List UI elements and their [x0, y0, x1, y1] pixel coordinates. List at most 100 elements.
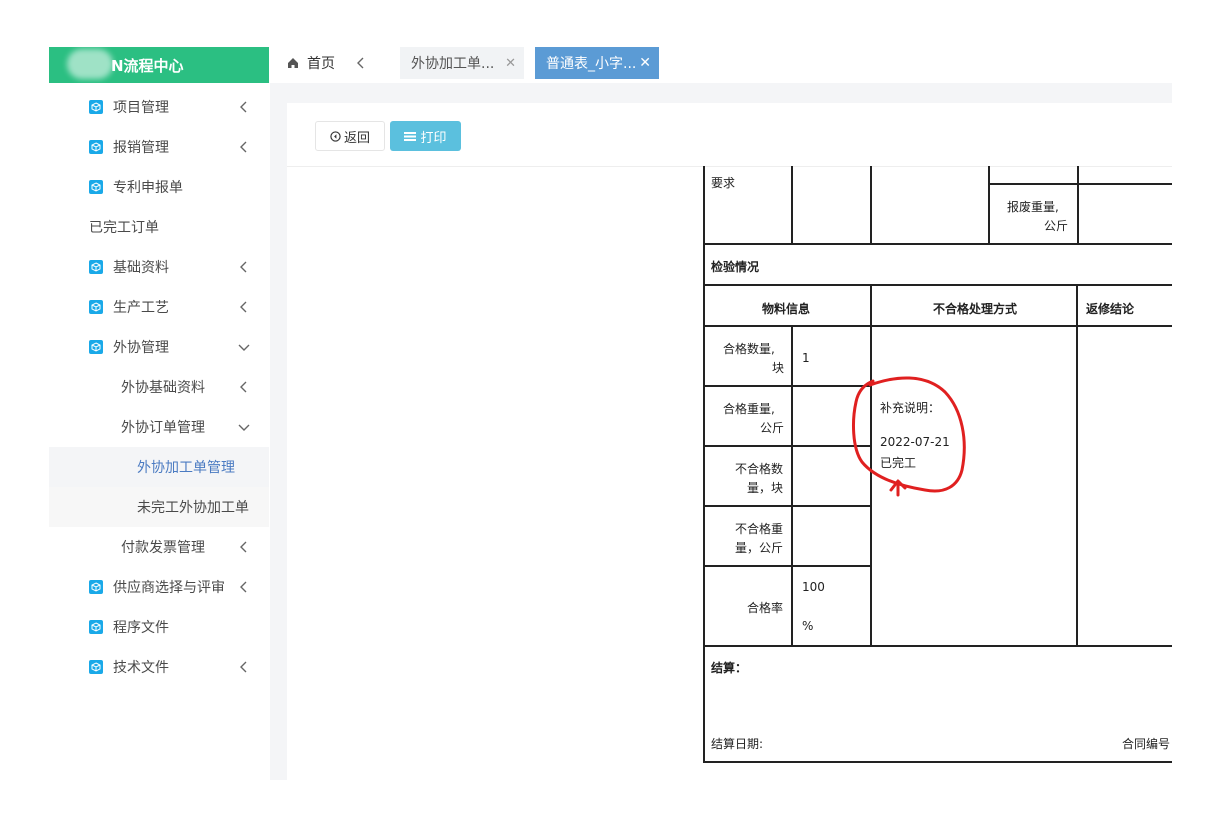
scrap-weight-unit: 公斤 — [1044, 219, 1069, 233]
cube-icon — [89, 620, 103, 634]
sidebar-item-label: 外协加工单管理 — [137, 460, 235, 476]
tab-outsource-order[interactable]: 外协加工单... ✕ — [400, 47, 524, 79]
table-border — [703, 645, 1172, 647]
blurred-logo — [67, 49, 113, 79]
close-icon[interactable]: ✕ — [639, 55, 651, 71]
chevron-left-icon — [240, 581, 247, 593]
print-document: 要求 报废重量, 公斤 检验情况 物料信息 不合格处理方式 返修结论 合格数量,… — [703, 166, 1172, 763]
sidebar-item-unfinished-orders[interactable]: 未完工外协加工单 — [49, 487, 269, 527]
sidebar-item-label: 项目管理 — [113, 100, 169, 116]
scrap-weight-label: 报废重量, — [1007, 200, 1059, 214]
sidebar-item-label: 已完工订单 — [89, 220, 159, 236]
qualified-weight-unit: 公斤 — [760, 421, 785, 435]
column-header-defect-handling: 不合格处理方式 — [933, 302, 1018, 316]
supplement-status: 已完工 — [880, 456, 917, 470]
tab-scroll-left[interactable] — [354, 47, 368, 79]
list-icon — [404, 131, 417, 141]
qualified-qty-unit: 块 — [772, 361, 785, 375]
tab-home[interactable]: 首页 — [286, 47, 335, 79]
unqualified-weight-label: 不合格重 — [735, 522, 784, 536]
table-border — [791, 325, 793, 646]
sidebar-item-label: 程序文件 — [113, 620, 169, 636]
tab-plain-table[interactable]: 普通表_小字... ✕ — [535, 47, 659, 79]
sidebar-item-patent[interactable]: 专利申报单 — [49, 167, 269, 207]
sidebar-item-label: 报销管理 — [113, 140, 169, 156]
sidebar-item-label: 外协基础资料 — [121, 380, 205, 396]
sidebar-item-label: 生产工艺 — [113, 300, 169, 316]
sidebar-item-completed-orders[interactable]: 已完工订单 — [49, 207, 269, 247]
sidebar-item-label: 技术文件 — [113, 660, 169, 676]
cube-icon — [89, 140, 103, 154]
sidebar-item-program-files[interactable]: 程序文件 — [49, 607, 269, 647]
sidebar-item-label: 基础资料 — [113, 260, 169, 276]
table-border — [703, 325, 1172, 327]
unqualified-qty-label: 不合格数 — [735, 462, 784, 476]
sidebar-item-label: 专利申报单 — [113, 180, 183, 196]
sidebar-item-outsource-orders[interactable]: 外协订单管理 — [49, 407, 269, 447]
supplement-label: 补充说明： — [880, 401, 941, 415]
sidebar-item-tech-files[interactable]: 技术文件 — [49, 647, 269, 687]
table-border — [703, 761, 1172, 763]
sidebar-item-outsource-basic[interactable]: 外协基础资料 — [49, 367, 269, 407]
cube-icon — [89, 580, 103, 594]
table-border — [1077, 166, 1079, 244]
sidebar-item-supplier[interactable]: 供应商选择与评审 — [49, 567, 269, 607]
chevron-down-icon — [238, 424, 250, 431]
sidebar-item-processing-orders[interactable]: 外协加工单管理 — [49, 447, 269, 487]
sidebar-item-label: 外协订单管理 — [121, 420, 205, 436]
circle-arrow-left-icon — [330, 130, 341, 142]
table-border — [703, 565, 871, 567]
unqualified-qty-unit: 量，块 — [747, 481, 784, 495]
requirement-label: 要求 — [711, 176, 736, 190]
table-border — [703, 505, 871, 507]
qualified-qty-value: 1 — [802, 351, 810, 365]
chevron-down-icon — [238, 344, 250, 351]
pass-rate-unit: % — [802, 619, 814, 633]
sidebar: N流程中心 项目管理 报销管理 专利申报单 已完工订单 基础资料 生产工艺 外协… — [49, 47, 269, 780]
tab-label: 外协加工单... — [411, 56, 495, 72]
close-icon[interactable]: ✕ — [505, 56, 516, 71]
table-border — [703, 445, 871, 447]
table-border — [988, 183, 1172, 185]
table-border — [703, 166, 705, 762]
cube-icon — [89, 660, 103, 674]
table-border — [1076, 284, 1078, 646]
back-button-label: 返回 — [343, 130, 370, 146]
pass-rate-label: 合格率 — [747, 601, 784, 615]
chevron-left-icon — [240, 141, 247, 153]
sidebar-item-outsource[interactable]: 外协管理 — [49, 327, 269, 367]
toolbar: 返回 打印 — [287, 103, 1172, 167]
cube-icon — [89, 340, 103, 354]
column-header-material: 物料信息 — [762, 302, 811, 316]
sidebar-item-label: 未完工外协加工单 — [137, 500, 249, 516]
cube-icon — [89, 300, 103, 314]
sidebar-item-reimburse[interactable]: 报销管理 — [49, 127, 269, 167]
table-border — [988, 166, 990, 244]
brand-header: N流程中心 — [49, 47, 269, 83]
cube-icon — [89, 100, 103, 114]
sidebar-item-basic-data[interactable]: 基础资料 — [49, 247, 269, 287]
table-border — [703, 385, 871, 387]
settlement-label: 结算： — [711, 661, 748, 675]
qualified-weight-label: 合格重量, — [723, 402, 775, 416]
table-border — [870, 284, 872, 646]
back-button[interactable]: 返回 — [315, 121, 385, 151]
sidebar-item-label: 供应商选择与评审 — [113, 580, 225, 596]
qualified-qty-label: 合格数量, — [723, 342, 775, 356]
column-header-rework: 返修结论 — [1086, 302, 1135, 316]
sidebar-item-payment-invoice[interactable]: 付款发票管理 — [49, 527, 269, 567]
print-button[interactable]: 打印 — [390, 121, 461, 151]
chevron-left-icon — [240, 541, 247, 553]
chevron-left-icon — [240, 301, 247, 313]
inspection-title: 检验情况 — [711, 260, 760, 274]
pass-rate-value: 100 — [802, 580, 825, 594]
sidebar-item-process[interactable]: 生产工艺 — [49, 287, 269, 327]
tab-bar: 首页 外协加工单... ✕ 普通表_小字... ✕ — [270, 47, 1172, 83]
brand-title: N流程中心 — [111, 56, 184, 75]
chevron-left-icon — [240, 381, 247, 393]
sidebar-item-label: 外协管理 — [113, 340, 169, 356]
sidebar-item-project[interactable]: 项目管理 — [49, 87, 269, 127]
table-border — [791, 166, 793, 244]
cube-icon — [89, 180, 103, 194]
chevron-left-icon — [357, 57, 364, 69]
